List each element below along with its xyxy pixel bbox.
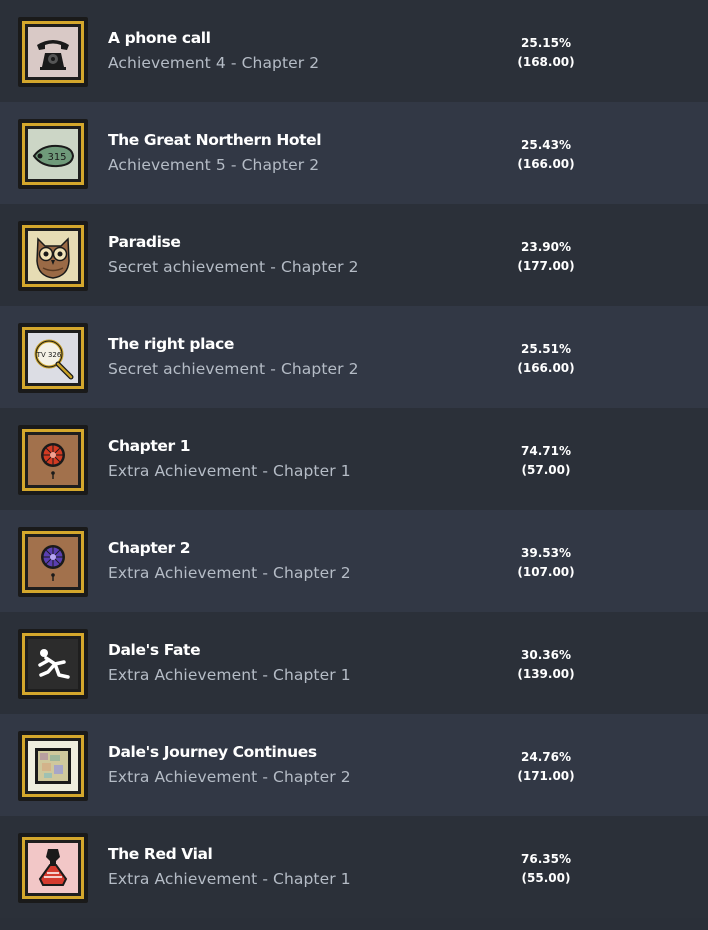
unlock-percent: 74.71% — [521, 444, 571, 458]
achievement-stats: 74.71% (57.00) — [496, 442, 596, 480]
achievement-subtitle: Extra Achievement - Chapter 2 — [108, 768, 351, 786]
unlock-percent: 25.43% — [521, 138, 571, 152]
achievement-stats: 76.35% (55.00) — [496, 850, 596, 888]
unlock-count: (107.00) — [517, 565, 575, 579]
achievement-stats: 24.76% (171.00) — [496, 748, 596, 786]
achievement-stats: 23.90% (177.00) — [496, 238, 596, 276]
unlock-percent: 39.53% — [521, 546, 571, 560]
svg-text:TV 326: TV 326 — [36, 351, 62, 359]
unlock-percent: 24.76% — [521, 750, 571, 764]
unlock-count: (139.00) — [517, 667, 575, 681]
achievement-icon-frame — [18, 221, 88, 291]
achievement-row[interactable]: Dale's Fate Extra Achievement - Chapter … — [0, 612, 708, 714]
achievement-row[interactable]: Dale's Journey Continues Extra Achieveme… — [0, 714, 708, 816]
achievement-title: Chapter 2 — [108, 539, 191, 557]
unlock-count: (55.00) — [521, 871, 571, 885]
achievement-list: A phone call Achievement 4 - Chapter 2 2… — [0, 0, 708, 918]
achievement-icon-frame — [18, 731, 88, 801]
unlock-count: (166.00) — [517, 157, 575, 171]
achievement-row[interactable]: TV 326 The right place Secret achievemen… — [0, 306, 708, 408]
unlock-percent: 25.15% — [521, 36, 571, 50]
achievement-subtitle: Achievement 5 - Chapter 2 — [108, 156, 320, 174]
achievement-subtitle: Achievement 4 - Chapter 2 — [108, 54, 320, 72]
achievement-stats: 25.51% (166.00) — [496, 340, 596, 378]
framed-picture-icon — [28, 741, 78, 791]
achievement-title: The Red Vial — [108, 845, 213, 863]
achievement-title: The right place — [108, 335, 234, 353]
achievement-stats: 39.53% (107.00) — [496, 544, 596, 582]
unlock-count: (166.00) — [517, 361, 575, 375]
unlock-percent: 30.36% — [521, 648, 571, 662]
achievement-stats: 30.36% (139.00) — [496, 646, 596, 684]
achievement-subtitle: Extra Achievement - Chapter 1 — [108, 666, 351, 684]
achievement-icon-frame: 315 — [18, 119, 88, 189]
room-key-tag-icon: 315 — [28, 129, 78, 179]
achievement-row[interactable]: A phone call Achievement 4 - Chapter 2 2… — [0, 0, 708, 102]
achievement-stats: 25.15% (168.00) — [496, 34, 596, 72]
unlock-percent: 23.90% — [521, 240, 571, 254]
achievement-icon-frame — [18, 629, 88, 699]
unlock-count: (168.00) — [517, 55, 575, 69]
achievement-title: Chapter 1 — [108, 437, 191, 455]
achievement-subtitle: Extra Achievement - Chapter 1 — [108, 870, 351, 888]
red-seal-icon — [28, 435, 78, 485]
unlock-count: (171.00) — [517, 769, 575, 783]
achievement-stats: 25.43% (166.00) — [496, 136, 596, 174]
achievement-icon-frame: TV 326 — [18, 323, 88, 393]
achievement-title: Dale's Journey Continues — [108, 743, 317, 761]
unlock-percent: 25.51% — [521, 342, 571, 356]
achievement-row[interactable]: 315 The Great Northern Hotel Achievement… — [0, 102, 708, 204]
achievement-subtitle: Secret achievement - Chapter 2 — [108, 258, 359, 276]
achievement-title: A phone call — [108, 29, 211, 47]
red-vial-icon — [28, 843, 78, 893]
achievement-icon-frame — [18, 425, 88, 495]
achievement-row[interactable]: Paradise Secret achievement - Chapter 2 … — [0, 204, 708, 306]
achievement-title: Dale's Fate — [108, 641, 201, 659]
achievement-subtitle: Secret achievement - Chapter 2 — [108, 360, 359, 378]
achievement-row[interactable]: The Red Vial Extra Achievement - Chapter… — [0, 816, 708, 918]
owl-icon — [28, 231, 78, 281]
svg-text:315: 315 — [47, 152, 66, 163]
unlock-count: (177.00) — [517, 259, 575, 273]
blue-seal-icon — [28, 537, 78, 587]
falling-person-icon — [28, 639, 78, 689]
achievement-icon-frame — [18, 17, 88, 87]
achievement-row[interactable]: Chapter 1 Extra Achievement - Chapter 1 … — [0, 408, 708, 510]
achievement-subtitle: Extra Achievement - Chapter 2 — [108, 564, 351, 582]
achievement-title: The Great Northern Hotel — [108, 131, 322, 149]
unlock-count: (57.00) — [521, 463, 571, 477]
achievement-icon-frame — [18, 527, 88, 597]
achievement-subtitle: Extra Achievement - Chapter 1 — [108, 462, 351, 480]
achievement-title: Paradise — [108, 233, 181, 251]
unlock-percent: 76.35% — [521, 852, 571, 866]
achievement-row[interactable]: Chapter 2 Extra Achievement - Chapter 2 … — [0, 510, 708, 612]
telephone-icon — [28, 27, 78, 77]
achievement-icon-frame — [18, 833, 88, 903]
magnifying-glass-icon: TV 326 — [28, 333, 78, 383]
